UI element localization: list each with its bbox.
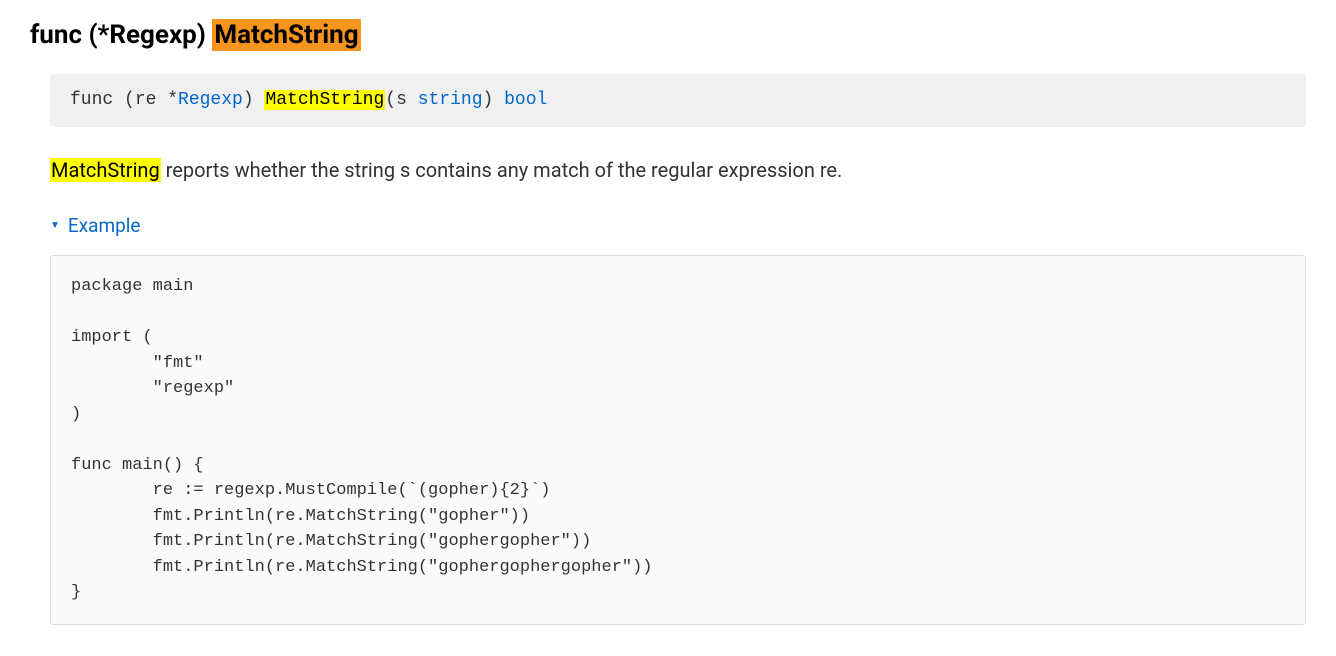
function-heading: func (*Regexp) MatchString: [30, 20, 1306, 50]
desc-text: reports whether the string s contains an…: [161, 158, 843, 182]
sig-params-close: ): [483, 90, 505, 110]
heading-prefix: func (*Regexp): [30, 20, 212, 50]
triangle-down-icon: ▼: [50, 220, 60, 231]
sig-method-name: MatchString: [264, 90, 385, 110]
sig-func-keyword: func: [70, 90, 113, 110]
heading-method-name: MatchString: [212, 19, 360, 51]
function-description: MatchString reports whether the string s…: [50, 155, 1306, 185]
function-signature: func (re *Regexp) MatchString(s string) …: [50, 74, 1306, 127]
sig-return-type[interactable]: bool: [504, 90, 547, 110]
example-code-block: package main import ( "fmt" "regexp" ) f…: [50, 255, 1306, 625]
example-label: Example: [68, 214, 141, 237]
example-toggle[interactable]: ▼ Example: [50, 214, 141, 237]
sig-params-open: (s: [385, 90, 417, 110]
desc-method-name: MatchString: [50, 158, 161, 182]
sig-param-type[interactable]: string: [418, 90, 483, 110]
sig-receiver-open: (re *: [113, 90, 178, 110]
sig-receiver-close: ): [243, 90, 265, 110]
sig-receiver-type[interactable]: Regexp: [178, 90, 243, 110]
